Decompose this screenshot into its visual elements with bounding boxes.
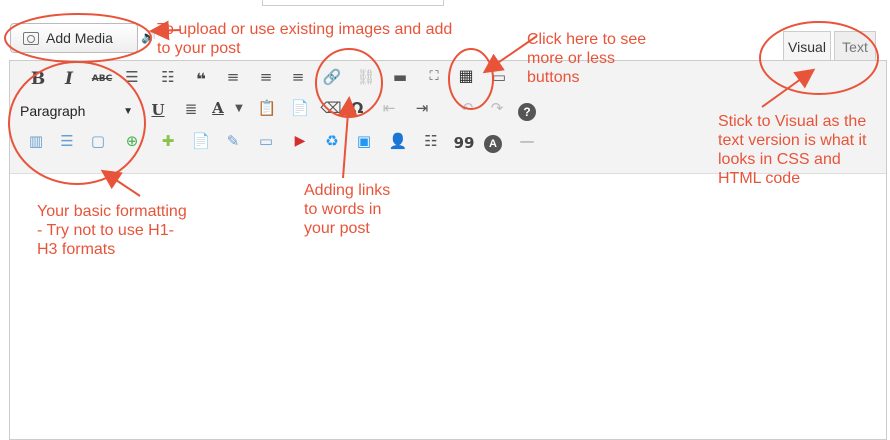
annotation-more-line1: Click here to see	[527, 31, 647, 48]
annotation-format-line3: H3 formats	[37, 241, 116, 258]
annotation-links-line3: your post	[304, 220, 370, 237]
annotation-visual-line3: looks in CSS and	[718, 151, 841, 168]
format-circle	[8, 61, 146, 185]
add-media-circle	[4, 13, 152, 63]
annotation-visual-line1: Stick to Visual as the	[718, 113, 867, 130]
annotation-more-line3: buttons	[527, 69, 580, 86]
annotation-upload: To upload or use existing images and add…	[157, 20, 452, 58]
arrow-format	[100, 169, 141, 197]
annotation-links-line1: Adding links	[304, 182, 391, 199]
annotation-upload-line2: to your post	[157, 40, 241, 57]
annotation-visual-line2: text version is what it	[718, 132, 867, 149]
annotation-more-line2: more or less	[527, 50, 616, 67]
arrow-links	[337, 96, 358, 179]
annotation-format-line2: - Try not to use H1-	[37, 222, 174, 239]
annotation-format-line1: Your basic formatting	[37, 203, 187, 220]
annotation-links: Adding links to words in your post	[304, 181, 390, 238]
toolbar-toggle-circle	[448, 48, 494, 110]
annotation-visual-line4: HTML code	[718, 170, 801, 187]
annotation-visual: Stick to Visual as the text version is w…	[718, 112, 867, 188]
annotation-format: Your basic formatting - Try not to use H…	[37, 202, 187, 259]
annotation-upload-line1: To upload or use existing images and add	[157, 21, 453, 38]
annotation-more-buttons: Click here to see more or less buttons	[527, 30, 646, 87]
annotation-links-line2: to words in	[304, 201, 382, 218]
tabs-circle	[759, 21, 879, 95]
